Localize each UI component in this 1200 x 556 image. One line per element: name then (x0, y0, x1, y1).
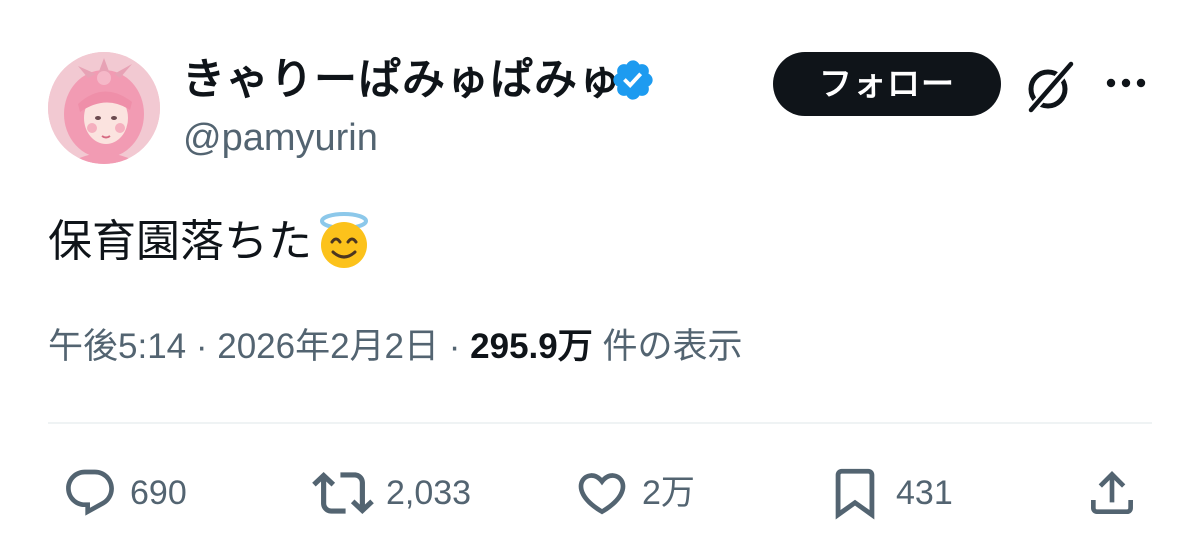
reply-button[interactable]: 690 (62, 463, 187, 523)
follow-button[interactable]: フォロー (773, 52, 1001, 116)
tweet-meta: 午後5:14 · 2026年2月2日 · 295.9万 件の表示 (48, 322, 742, 372)
tweet-detail: きゃりーぱみゅぱみゅ @pamyurin フォロー 保育園落ちた 午後5:14 … (0, 0, 1200, 556)
smiling-face-with-halo-icon (314, 210, 374, 270)
user-handle[interactable]: @pamyurin (183, 115, 378, 161)
tweet-text: 保育園落ちた (48, 210, 374, 272)
avatar-photo (48, 52, 160, 164)
views-count: 295.9万 (470, 327, 593, 366)
reply-count: 690 (130, 474, 187, 512)
retweet-count: 2,033 (386, 474, 472, 512)
retweet-icon (312, 472, 374, 514)
bookmark-icon (835, 468, 875, 520)
share-button[interactable] (1084, 463, 1140, 523)
divider (48, 422, 1152, 424)
share-icon (1091, 471, 1133, 514)
like-button[interactable]: 2万 (574, 463, 695, 523)
display-name[interactable]: きゃりーぱみゅぱみゅ (182, 52, 622, 108)
avatar[interactable] (48, 52, 160, 164)
more-dots-icon[interactable] (1103, 68, 1149, 98)
heart-icon (578, 473, 626, 515)
grok-icon[interactable] (1021, 58, 1079, 116)
bookmark-count: 431 (896, 474, 953, 512)
reply-icon (66, 469, 114, 516)
meta-separator: · (439, 327, 471, 366)
views-label: 件の表示 (592, 327, 743, 366)
tweet-date[interactable]: 2026年2月2日 (217, 327, 439, 366)
like-count: 2万 (642, 474, 695, 512)
verified-badge-icon (610, 57, 656, 103)
retweet-button[interactable]: 2,033 (312, 463, 471, 523)
bookmark-button[interactable]: 431 (826, 463, 953, 523)
meta-separator: · (186, 327, 218, 366)
tweet-body: 保育園落ちた (48, 217, 312, 266)
tweet-time[interactable]: 午後5:14 (48, 327, 186, 366)
